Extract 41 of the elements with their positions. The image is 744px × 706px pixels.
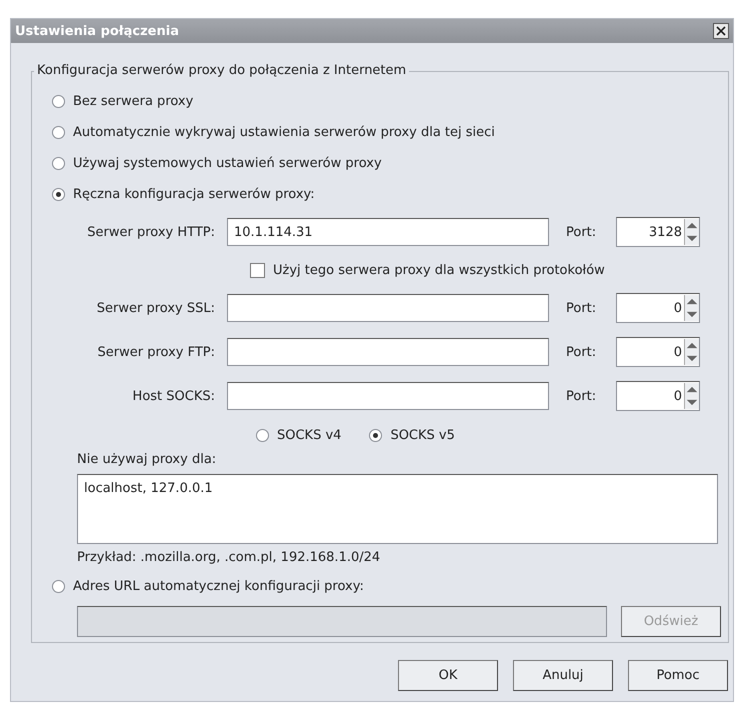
- field-label: Serwer proxy HTTP:: [86, 224, 216, 240]
- radio-label[interactable]: Bez serwera proxy: [73, 94, 194, 109]
- radio-button[interactable]: [52, 126, 65, 139]
- radio-button[interactable]: [256, 428, 269, 442]
- text-area[interactable]: localhost, 127.0.0.1: [77, 474, 718, 544]
- port-spinner[interactable]: 3128: [616, 217, 700, 247]
- checkbox[interactable]: [250, 262, 265, 278]
- checkbox-label[interactable]: Użyj tego serwera proxy dla wszystkich protokołów: [273, 262, 605, 278]
- radio-label[interactable]: Adres URL automatycznej konfiguracji proxy:: [73, 578, 364, 594]
- port-spinner[interactable]: 0: [616, 381, 700, 411]
- radio-button[interactable]: [369, 428, 382, 442]
- text-field[interactable]: [227, 338, 549, 366]
- radio-label[interactable]: Używaj systemowych ustawień serwerów proxy: [73, 156, 382, 171]
- hint-text: Przykład: .mozilla.org, .com.pl, 192.168.1.0/24: [77, 550, 382, 567]
- radio-button[interactable]: [52, 157, 65, 170]
- radio-button[interactable]: [52, 188, 65, 201]
- close-icon[interactable]: [713, 23, 729, 39]
- text-field[interactable]: 10.1.114.31: [227, 218, 549, 246]
- radio-label[interactable]: Ręczna konfiguracja serwerów proxy:: [73, 187, 315, 202]
- field-label: Port:: [566, 224, 598, 240]
- radio-button[interactable]: [52, 580, 65, 592]
- group-legend: Konfiguracja serwerów proxy do połączenia z Internetem: [34, 63, 410, 78]
- radio-label[interactable]: SOCKS v5: [390, 428, 455, 442]
- dialog-button[interactable]: Pomoc: [628, 660, 728, 691]
- radio-label[interactable]: Automatycznie wykrywaj ustawienia serwerów proxy dla tej sieci: [73, 125, 495, 140]
- field-label: Port:: [566, 388, 598, 404]
- field-label: Port:: [566, 300, 598, 316]
- window-title: Ustawienia połączenia: [15, 24, 179, 38]
- radio-button[interactable]: [52, 95, 65, 108]
- field-label: Nie używaj proxy dla:: [77, 452, 218, 469]
- port-spinner[interactable]: 0: [616, 293, 700, 323]
- field-label: Serwer proxy SSL:: [96, 300, 216, 316]
- radio-label[interactable]: SOCKS v4: [277, 428, 342, 442]
- port-spinner[interactable]: 0: [616, 337, 700, 367]
- field-label: Serwer proxy FTP:: [96, 344, 216, 360]
- field-label: Port:: [566, 344, 598, 360]
- text-field[interactable]: [227, 294, 549, 322]
- dialog-button[interactable]: OK: [398, 660, 498, 691]
- text-field[interactable]: [227, 382, 549, 410]
- dialog-button[interactable]: Anuluj: [513, 660, 613, 691]
- field-label: Host SOCKS:: [132, 388, 216, 404]
